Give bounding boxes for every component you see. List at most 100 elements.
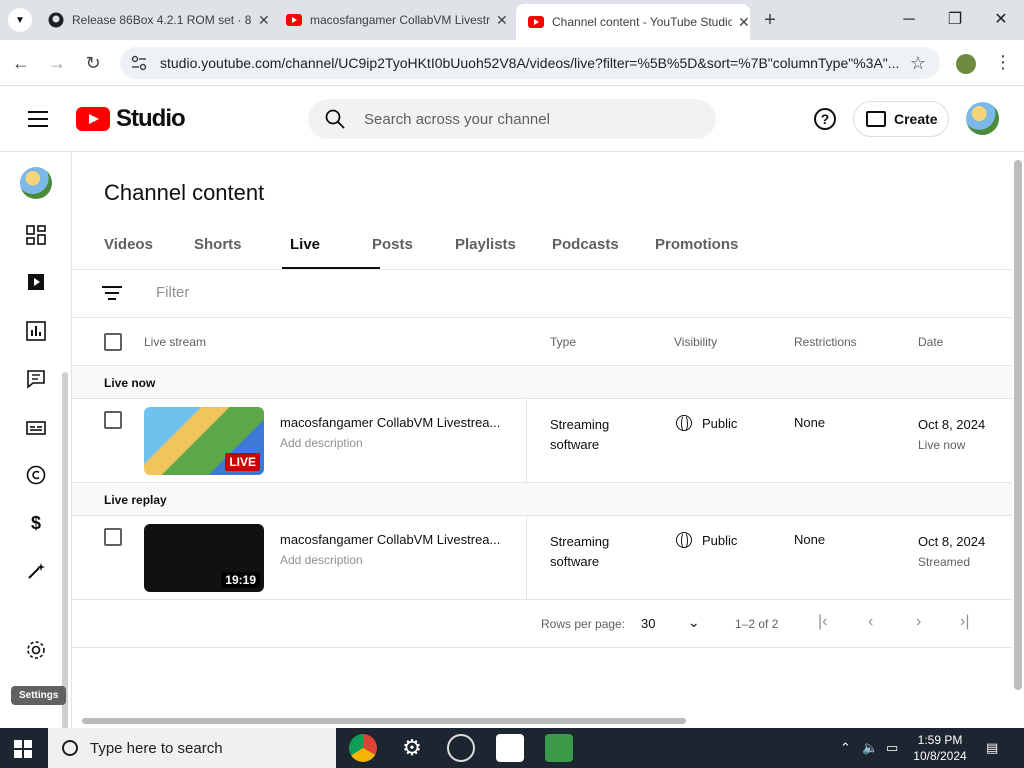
select-all-checkbox[interactable] [104,333,122,351]
column-divider [526,399,527,483]
video-thumbnail[interactable]: LIVE [144,407,264,475]
channel-avatar[interactable] [20,167,52,199]
first-page-icon[interactable]: |‹ [818,613,827,631]
studio-logo[interactable]: Studio [76,105,186,133]
gear-icon[interactable] [24,638,48,662]
subtitles-icon[interactable] [24,416,48,440]
rows-per-page-value[interactable]: 30 [641,616,655,631]
settings-gear-icon[interactable]: ⚙ [398,734,426,762]
table-row[interactable]: LIVE macosfangamer CollabVM Livestrea...… [72,399,1012,483]
content-icon[interactable] [24,270,48,294]
tab-title: macosfangamer CollabVM Livestream [310,13,490,27]
section-label: Live replay [104,493,167,507]
vertical-scrollbar[interactable] [1014,160,1022,690]
search-icon [62,740,78,756]
restore-icon[interactable]: ❐ [932,0,978,40]
menu-icon[interactable] [28,111,48,127]
app-icon[interactable] [545,734,573,762]
tab-shorts[interactable]: Shorts [194,236,290,270]
filter-icon[interactable] [102,286,122,300]
last-page-icon[interactable]: ›| [960,613,969,631]
close-icon[interactable]: ✕ [738,14,750,31]
prev-page-icon[interactable]: ‹ [868,613,873,631]
column-date[interactable]: Date [918,335,943,349]
date-status: Streamed [918,555,971,569]
tab-promotions[interactable]: Promotions [655,236,755,270]
table-row[interactable]: 19:19 macosfangamer CollabVM Livestrea..… [72,516,1012,600]
tab-live[interactable]: Live [282,236,380,270]
volume-icon[interactable]: 🔈 [862,740,878,756]
channel-content-panel: Channel content Videos Shorts Live Posts… [72,152,1012,728]
tab-playlists[interactable]: Playlists [455,236,552,270]
section-live-replay: Live replay [72,483,1012,516]
tab-search-button[interactable]: ▼ [8,8,32,32]
visibility-dropdown[interactable]: Public [676,532,737,549]
chevron-down-icon[interactable]: ⌄ [688,614,700,631]
windows-start-icon[interactable] [14,740,32,758]
horizontal-scrollbar[interactable] [82,718,686,724]
close-icon[interactable]: ✕ [496,12,508,29]
window-close-icon[interactable]: ✕ [978,0,1024,40]
earn-icon[interactable]: $ [24,511,48,535]
close-icon[interactable]: ✕ [258,12,270,29]
windows-taskbar: Type here to search ⚙ ⌃ 🔈 ▭ 1:59 PM 10/8… [0,728,1024,768]
notifications-icon[interactable]: ▤ [986,740,998,756]
row-checkbox[interactable] [104,411,122,429]
taskbar-search-text: Type here to search [90,739,223,757]
tab-posts[interactable]: Posts [372,236,455,270]
site-settings-icon[interactable] [130,54,148,72]
address-toolbar: ← → ↻ studio.youtube.com/channel/UC9ip2T… [0,40,1024,86]
column-visibility: Visibility [674,335,718,349]
browser-tab-studio[interactable]: Channel content - YouTube Studio ✕ [516,4,750,40]
video-title[interactable]: macosfangamer CollabVM Livestrea... [280,532,510,547]
reload-icon[interactable]: ↻ [80,50,106,76]
tab-podcasts[interactable]: Podcasts [552,236,655,270]
studio-header: Studio ? Create [0,86,1024,152]
customization-wand-icon[interactable] [24,559,48,583]
visibility-dropdown[interactable]: Public [676,415,737,432]
next-page-icon[interactable]: › [916,613,921,631]
logo-text: Studio [116,105,186,132]
comments-icon[interactable] [24,367,48,391]
bookmark-star-icon[interactable]: ☆ [910,53,926,74]
video-title[interactable]: macosfangamer CollabVM Livestrea... [280,415,510,430]
clock-time: 1:59 PM [917,733,963,747]
column-restrictions: Restrictions [794,335,857,349]
account-avatar[interactable] [966,102,999,135]
chrome-icon[interactable] [349,734,377,762]
search-input[interactable] [364,110,684,128]
browser-tab-github[interactable]: Release 86Box 4.2.1 ROM set · 86Box/roms… [36,0,274,40]
url-bar[interactable]: studio.youtube.com/channel/UC9ip2TyoHKtI… [120,47,940,79]
youtube-icon [528,16,544,28]
browser-menu-icon[interactable]: ⋮ [994,52,1012,73]
browser-profile-avatar[interactable] [956,54,976,74]
copyright-icon[interactable] [24,463,48,487]
analytics-icon[interactable] [24,319,48,343]
column-live-stream: Live stream [144,335,207,349]
video-thumbnail[interactable]: 19:19 [144,524,264,592]
date-value: Oct 8, 2024 [918,534,986,549]
system-clock[interactable]: 1:59 PM 10/8/2024 [910,732,970,764]
chevron-up-icon[interactable]: ⌃ [840,740,851,756]
video-description[interactable]: Add description [280,436,363,450]
browser-tab-livestream[interactable]: macosfangamer CollabVM Livestream ✕ [274,0,512,40]
help-icon[interactable]: ? [814,108,836,130]
back-icon[interactable]: ← [8,50,34,76]
row-checkbox[interactable] [104,528,122,546]
tab-videos[interactable]: Videos [104,236,194,270]
github-icon [48,12,64,28]
minimize-icon[interactable]: ─ [886,0,932,40]
channel-search[interactable] [308,99,716,139]
forward-icon[interactable]: → [44,50,70,76]
rail-scrollbar[interactable] [62,372,68,732]
dashboard-icon[interactable] [24,223,48,247]
video-description[interactable]: Add description [280,553,363,567]
create-button[interactable]: Create [853,101,949,137]
network-icon[interactable]: ▭ [886,740,898,756]
taskbar-search[interactable]: Type here to search [48,728,336,768]
new-tab-button[interactable]: + [758,8,782,32]
column-type: Type [550,335,577,349]
obs-icon[interactable] [447,734,475,762]
filter-input[interactable] [156,284,456,301]
7zip-icon[interactable] [496,734,524,762]
